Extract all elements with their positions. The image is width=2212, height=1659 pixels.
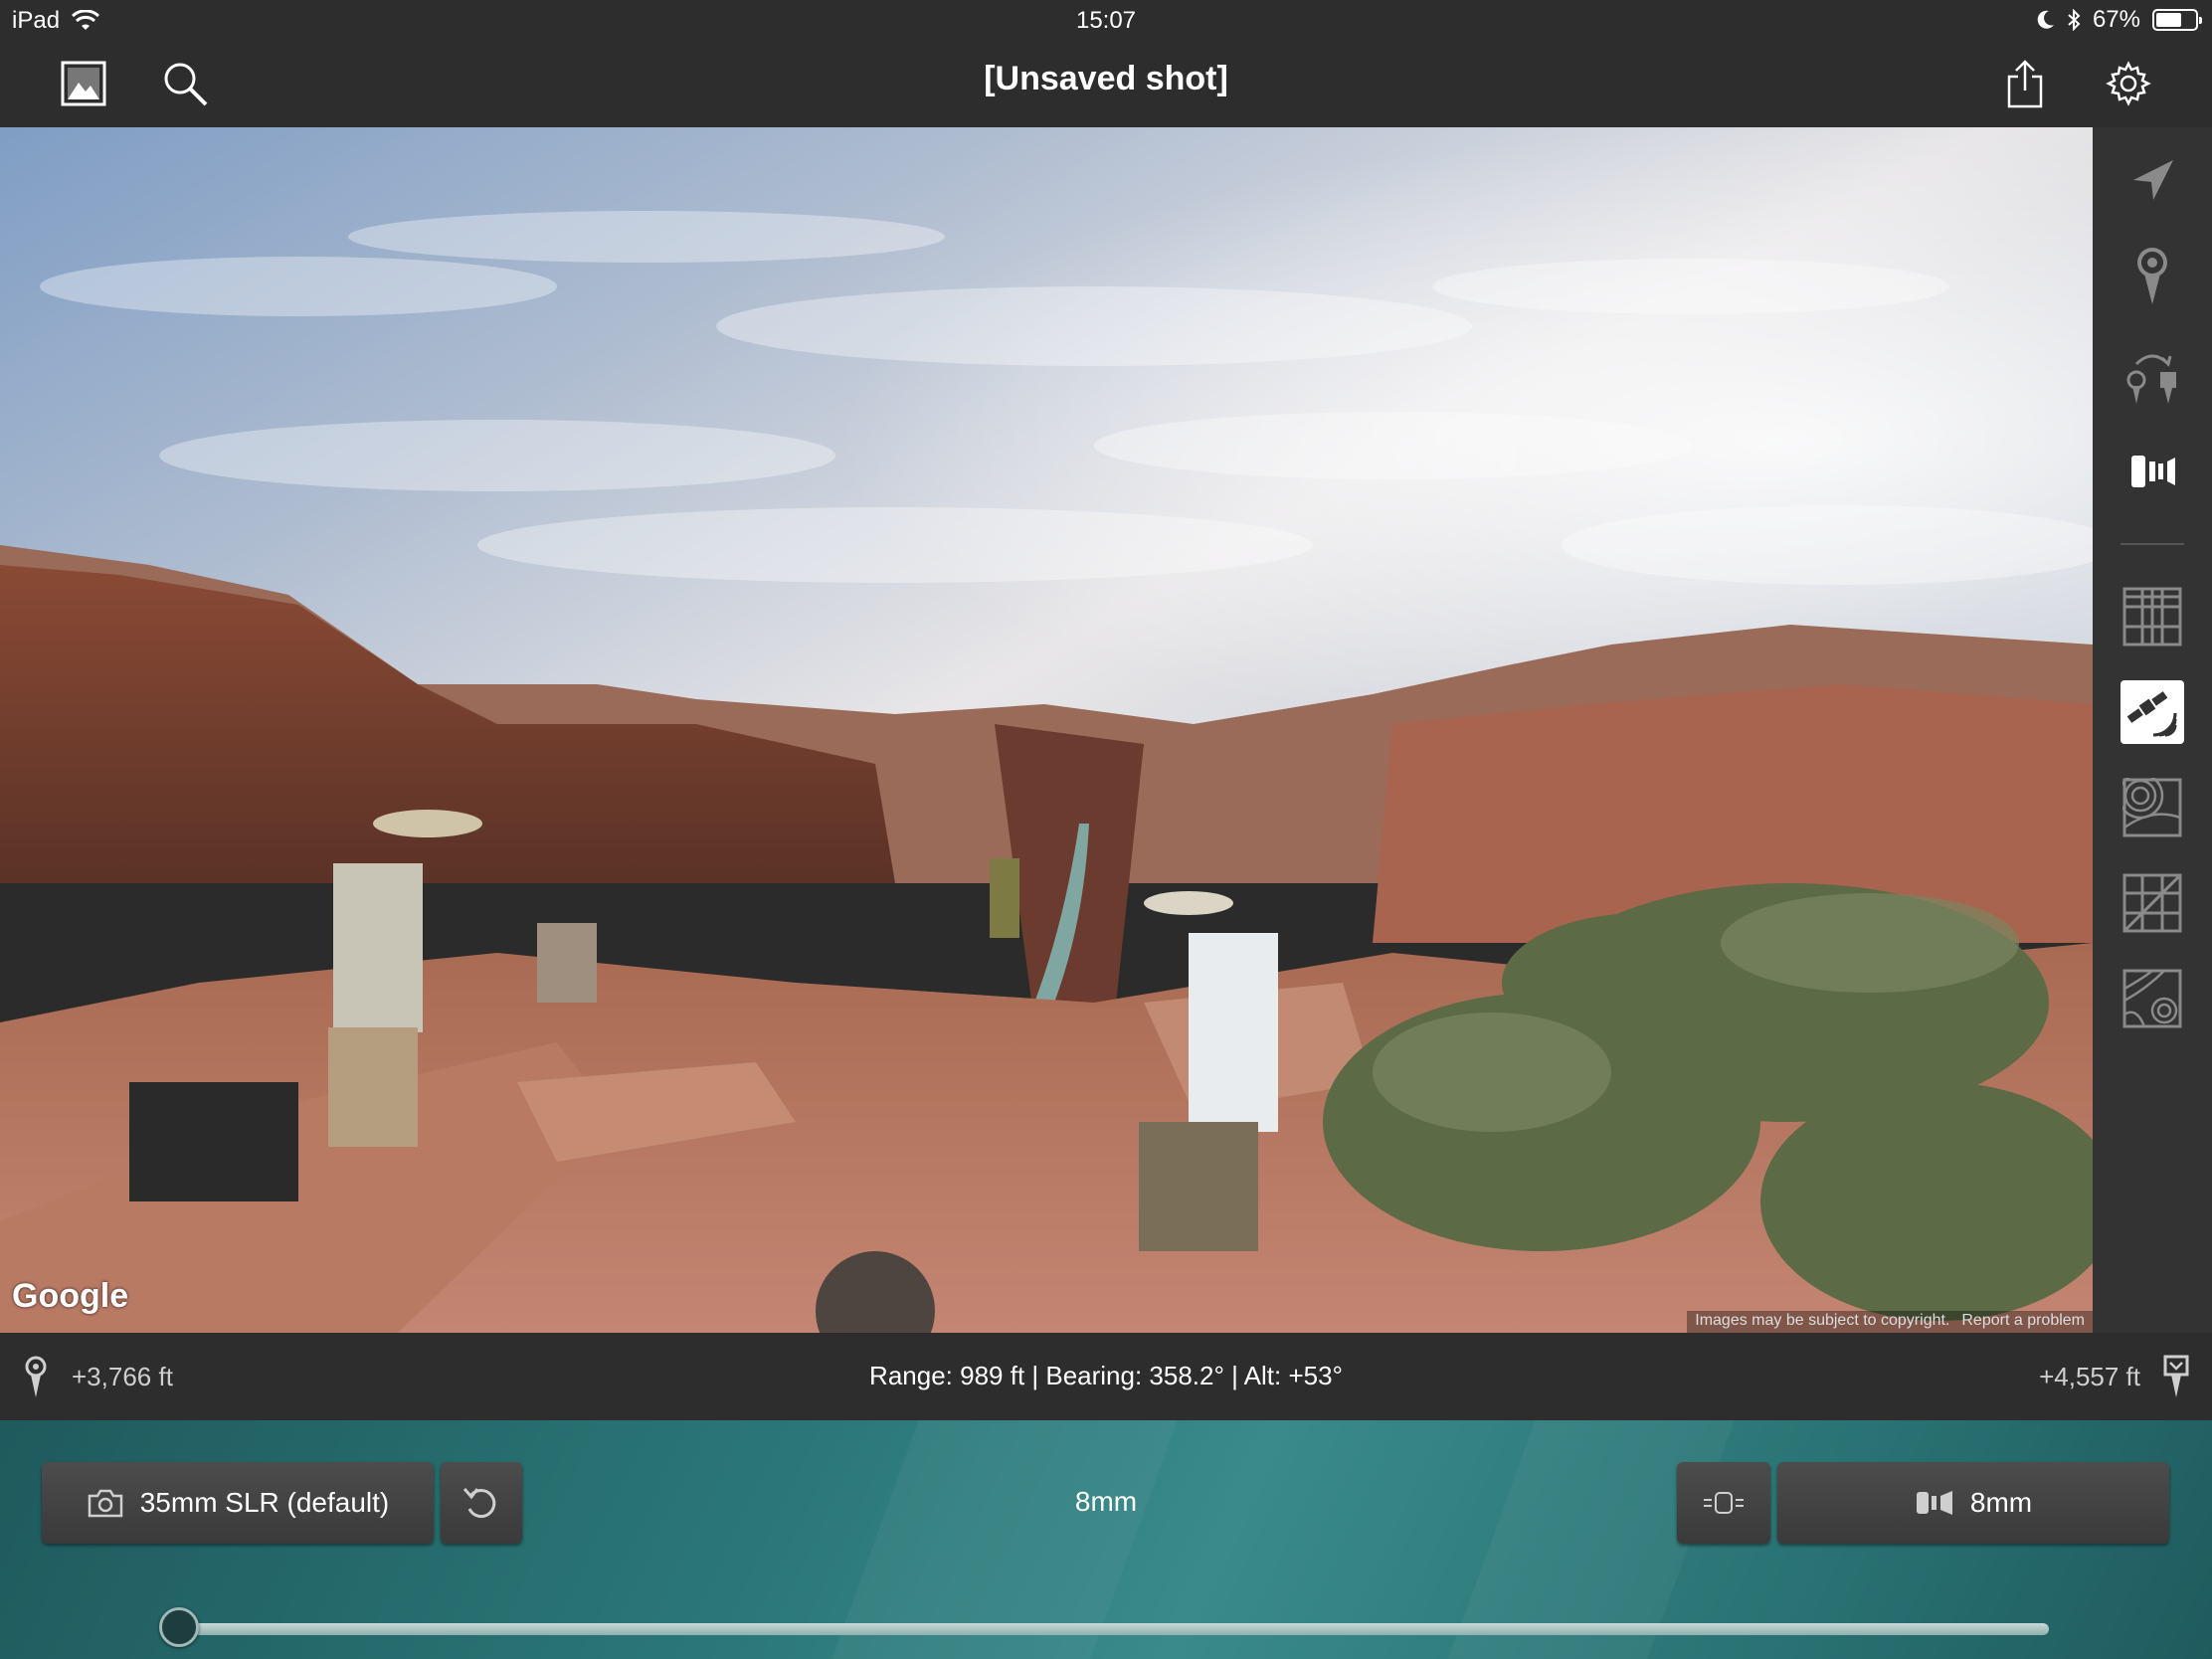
- camera-panel: 35mm SLR (default) 8mm 8mm: [0, 1420, 2212, 1659]
- lens-barrel-icon: [1704, 1492, 1744, 1514]
- swap-pins-button[interactable]: [2120, 344, 2184, 408]
- terrain-map-icon: [2122, 778, 2182, 837]
- lens-icon: [1916, 1491, 1952, 1515]
- share-icon: [2007, 60, 2043, 108]
- camera-icon: [88, 1489, 122, 1518]
- target-pin-icon[interactable]: [2162, 1355, 2190, 1398]
- bluetooth-icon: [2068, 9, 2081, 31]
- focal-length-slider[interactable]: [159, 1599, 2049, 1657]
- google-logo: Google: [12, 1277, 129, 1315]
- camera-select-button[interactable]: 35mm SLR (default): [42, 1462, 434, 1544]
- copyright-notice: Images may be subject to copyright. Repo…: [1687, 1311, 2093, 1333]
- slider-thumb[interactable]: [159, 1607, 199, 1647]
- hybrid-map-button[interactable]: [2120, 871, 2184, 935]
- nav-bar: [Unsaved shot]: [0, 40, 2212, 127]
- lens-select-button[interactable]: 8mm: [1777, 1462, 2169, 1544]
- lens-icon: [2131, 456, 2175, 487]
- report-problem-link[interactable]: Report a problem: [1961, 1312, 2085, 1332]
- lens-select-label: 8mm: [1969, 1487, 2033, 1518]
- target-elevation: +4,557 ft: [2039, 1361, 2140, 1391]
- terrain-map-button[interactable]: [2120, 776, 2184, 839]
- map-tool-sidebar: [2093, 127, 2212, 1333]
- reset-focal-button[interactable]: [441, 1462, 522, 1544]
- satellite-map-icon: [2126, 691, 2177, 737]
- info-bar: +3,766 ft Range: 989 ft | Bearing: 358.2…: [0, 1333, 2212, 1420]
- swap-pins-icon: [2126, 354, 2176, 404]
- clock: 15:07: [1075, 7, 1137, 34]
- page-title: [Unsaved shot]: [984, 60, 1228, 97]
- battery-percent: 67%: [2092, 6, 2140, 33]
- location-arrow-button[interactable]: [2120, 149, 2184, 213]
- topo-map-icon: [2122, 969, 2182, 1028]
- street-map-button[interactable]: [2120, 585, 2184, 648]
- street-view-panorama[interactable]: Google Images may be subject to copyrigh…: [0, 127, 2093, 1333]
- topo-map-button[interactable]: [2120, 967, 2184, 1030]
- satellite-map-button[interactable]: [2120, 680, 2184, 744]
- settings-button[interactable]: [2097, 52, 2160, 115]
- camera-select-label: 35mm SLR (default): [139, 1487, 390, 1518]
- slider-track[interactable]: [179, 1623, 2049, 1635]
- range-bearing-readout: Range: 989 ft | Bearing: 358.2° | Alt: +…: [869, 1361, 1343, 1390]
- moon-icon: [2037, 10, 2054, 29]
- share-button[interactable]: [1993, 52, 2057, 115]
- street-map-icon: [2122, 587, 2182, 646]
- gear-icon: [2106, 61, 2151, 106]
- battery-icon: [2152, 9, 2202, 31]
- copyright-text: Images may be subject to copyright.: [1695, 1312, 1950, 1329]
- lens-type-button[interactable]: [1677, 1462, 1770, 1544]
- map-pin-icon: [2137, 248, 2167, 304]
- map-pin-button[interactable]: [2120, 245, 2184, 308]
- undo-icon: [462, 1488, 496, 1519]
- panorama-image: [0, 127, 2093, 1333]
- lens-button[interactable]: [2120, 440, 2184, 503]
- location-arrow-icon: [2133, 160, 2173, 200]
- status-bar: iPad 15:07 67%: [0, 0, 2212, 40]
- hybrid-map-icon: [2122, 873, 2182, 933]
- tool-separator: [2120, 543, 2184, 545]
